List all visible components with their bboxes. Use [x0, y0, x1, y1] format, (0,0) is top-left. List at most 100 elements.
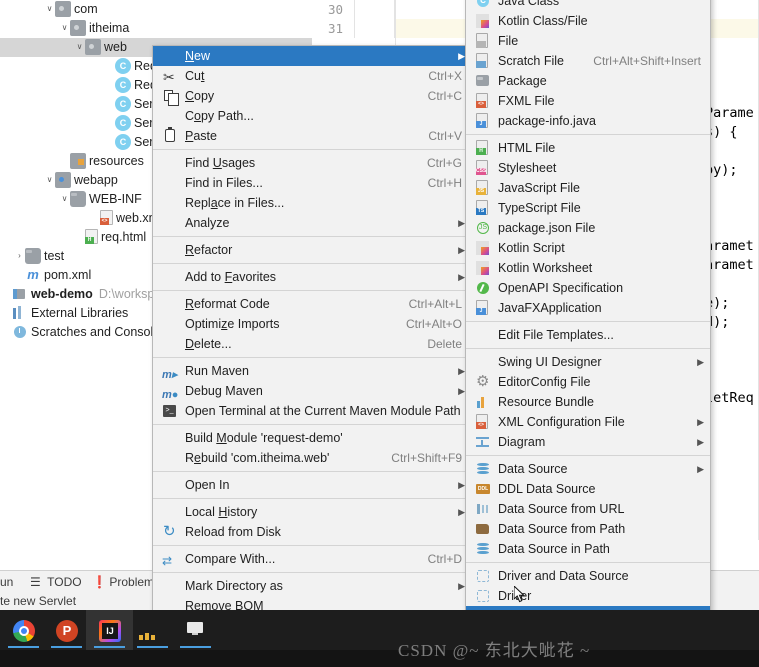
menu-item-rebuild-com-itheima-web[interactable]: Rebuild 'com.itheima.web' Ctrl+Shift+F9 [153, 448, 471, 468]
menu-item-resource-bundle[interactable]: Resource Bundle [466, 392, 710, 412]
menu-item-data-source[interactable]: Data Source ▶ [466, 459, 710, 479]
menu-item-label: Java Class [498, 0, 560, 8]
new-submenu[interactable]: C Java Class Kotlin Class/File File Scratch … [465, 0, 711, 667]
menu-item-data-source-in-path[interactable]: Data Source in Path [466, 539, 710, 559]
taskbar-item-powerpoint[interactable]: P [43, 610, 90, 650]
js-file-icon: JS [475, 180, 491, 196]
menu-item-java-class[interactable]: C Java Class [466, 0, 710, 11]
menu-item-html-file[interactable]: H HTML File [466, 138, 710, 158]
menu-item-package-json-file[interactable]: JS package.json File [466, 218, 710, 238]
menu-separator [153, 236, 471, 237]
menu-item-open-in[interactable]: Open In ▶ [153, 475, 471, 495]
menu-item-add-to-favorites[interactable]: Add to Favorites ▶ [153, 267, 471, 287]
menu-item-driver-and-data-source[interactable]: Driver and Data Source [466, 566, 710, 586]
menu-item-copy[interactable]: Copy Ctrl+C [153, 86, 471, 106]
tree-item-pom-xml[interactable]: m pom.xml [0, 266, 91, 285]
tree-item-webapp[interactable]: ∨ webapp [0, 171, 118, 190]
chevron-down-icon[interactable]: ∨ [59, 189, 70, 208]
kotlin-icon [475, 260, 491, 276]
menu-item-javascript-file[interactable]: JS JavaScript File [466, 178, 710, 198]
menu-item-package-info-java[interactable]: Jpackage-info.java [466, 111, 710, 131]
menu-item-analyze[interactable]: Analyze ▶ [153, 213, 471, 233]
menu-item-run-maven[interactable]: m▸ Run Maven ▶ [153, 361, 471, 381]
menu-item-debug-maven[interactable]: m● Debug Maven ▶ [153, 381, 471, 401]
menu-item-kotlin-script[interactable]: Kotlin Script [466, 238, 710, 258]
toolwindow-problems[interactable]: ❗ Problem [92, 574, 154, 590]
menu-item-package[interactable]: Package [466, 71, 710, 91]
menu-item-local-history[interactable]: Local History ▶ [153, 502, 471, 522]
menu-item-typescript-file[interactable]: TS TypeScript File [466, 198, 710, 218]
tree-item-external-libraries[interactable]: External Libraries [0, 304, 128, 323]
scissors-icon [162, 67, 178, 87]
menu-item-swing-ui-designer[interactable]: Swing UI Designer ▶ [466, 352, 710, 372]
menu-item-driver[interactable]: Driver [466, 586, 710, 606]
taskbar-item-intellij[interactable] [86, 610, 133, 650]
misc-app-icon [139, 632, 159, 640]
menu-item-label: Paste [185, 129, 217, 143]
menu-item-refactor[interactable]: Refactor ▶ [153, 240, 471, 260]
menu-item-open-terminal-at-the-current-maven-module-path[interactable]: >_ Open Terminal at the Current Maven Mod… [153, 401, 471, 421]
menu-item-compare-with[interactable]: Compare With... Ctrl+D [153, 549, 471, 571]
tree-item-resources[interactable]: resources [0, 152, 144, 171]
tree-item-ser[interactable]: C Ser [0, 95, 153, 114]
tree-item-com[interactable]: ∨ com [0, 0, 98, 19]
taskbar-item-misc[interactable] [129, 610, 176, 650]
toolwindow-run[interactable]: un [0, 574, 13, 590]
menu-item-shortcut: Ctrl+G [426, 156, 462, 170]
menu-item-new[interactable]: New ▶ [153, 46, 471, 66]
menu-item-cut[interactable]: Cut Ctrl+X [153, 66, 471, 87]
context-menu[interactable]: New ▶ Cut Ctrl+X Copy Ctrl+C Copy Path... Paste… [152, 45, 472, 667]
menu-item-find-usages[interactable]: Find Usages Ctrl+G [153, 153, 471, 173]
menu-item-reformat-code[interactable]: Reformat Code Ctrl+Alt+L [153, 294, 471, 314]
menu-item-fxml-file[interactable]: <> FXML File [466, 91, 710, 111]
menu-item-data-source-from-url[interactable]: Data Source from URL [466, 499, 710, 519]
menu-item-reload-from-disk[interactable]: Reload from Disk [153, 522, 471, 542]
menu-separator [153, 357, 471, 358]
chevron-down-icon[interactable]: ∨ [44, 170, 55, 189]
tree-item-req[interactable]: C Req [0, 76, 157, 95]
menu-item-kotlin-worksheet[interactable]: Kotlin Worksheet [466, 258, 710, 278]
chevron-right-icon[interactable]: › [14, 246, 25, 265]
menu-item-copy-path[interactable]: Copy Path... [153, 106, 471, 126]
menu-item-find-in-files[interactable]: Find in Files... Ctrl+H [153, 173, 471, 193]
taskbar-item-chrome[interactable] [0, 610, 47, 650]
tree-item-test[interactable]: › test [0, 247, 64, 266]
chevron-down-icon[interactable]: ∨ [74, 37, 85, 56]
menu-item-diagram[interactable]: Diagram ▶ [466, 432, 710, 452]
menu-item-optimize-imports[interactable]: Optimize Imports Ctrl+Alt+O [153, 314, 471, 334]
tree-item-scratches-and-consoles[interactable]: Scratches and Consoles [0, 323, 167, 342]
taskbar-item-monitor[interactable] [172, 610, 219, 650]
tree-item-req[interactable]: C Req [0, 57, 157, 76]
java-class-icon: C [115, 95, 131, 112]
chevron-down-icon[interactable]: ∨ [44, 0, 55, 18]
menu-item-paste[interactable]: Paste Ctrl+V [153, 126, 471, 146]
menu-item-replace-in-files[interactable]: Replace in Files... [153, 193, 471, 213]
menu-item-data-source-from-path[interactable]: Data Source from Path [466, 519, 710, 539]
menu-item-file[interactable]: File [466, 31, 710, 51]
tree-item-web-xml[interactable]: <> web.xml [0, 209, 162, 228]
menu-item-mark-directory-as[interactable]: Mark Directory as ▶ [153, 576, 471, 596]
tree-item-ser[interactable]: C Ser [0, 133, 153, 152]
menu-item-openapi-specification[interactable]: OpenAPI Specification [466, 278, 710, 298]
maven-icon: m [27, 266, 39, 282]
menu-item-editorconfig-file[interactable]: EditorConfig File [466, 372, 710, 392]
tree-item-web-demo[interactable]: web-demo D:\workspace [0, 285, 175, 304]
menu-item-xml-configuration-file[interactable]: <> XML Configuration File ▶ [466, 412, 710, 432]
tree-item-ser[interactable]: C Ser [0, 114, 153, 133]
toolwindow-todo[interactable]: ☰ TODO [30, 574, 82, 590]
menu-item-build-module-request-demo[interactable]: Build Module 'request-demo' [153, 428, 471, 448]
submenu-arrow-icon: ▶ [697, 357, 704, 367]
menu-item-ddl-data-source[interactable]: DDL DDL Data Source [466, 479, 710, 499]
menu-item-javafxapplication[interactable]: J JavaFXApplication [466, 298, 710, 318]
tree-item-web-inf[interactable]: ∨ WEB-INF [0, 190, 142, 209]
menu-item-stylesheet[interactable]: CSS Stylesheet [466, 158, 710, 178]
tree-item-req-html[interactable]: Hreq.html [0, 228, 146, 247]
resource-bundle-icon [475, 394, 491, 410]
menu-item-kotlin-class-file[interactable]: Kotlin Class/File [466, 11, 710, 31]
menu-item-scratch-file[interactable]: Scratch File Ctrl+Alt+Shift+Insert [466, 51, 710, 71]
gear-icon [475, 372, 491, 392]
tree-item-itheima[interactable]: ∨ itheima [0, 19, 129, 38]
menu-item-edit-file-templates[interactable]: Edit File Templates... [466, 325, 710, 345]
chevron-down-icon[interactable]: ∨ [59, 18, 70, 37]
menu-item-delete[interactable]: Delete... Delete [153, 334, 471, 354]
